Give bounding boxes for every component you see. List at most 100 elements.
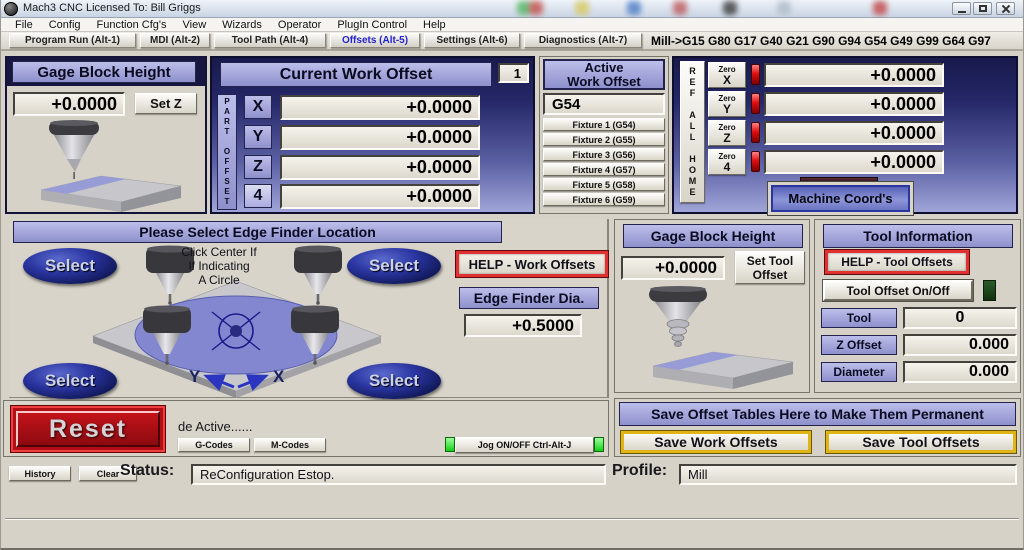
tab-mdi[interactable]: MDI (Alt-2): [140, 33, 210, 48]
fixture-2-button[interactable]: Fixture 2 (G55): [543, 133, 665, 146]
current-work-offset-panel: Current Work Offset 1 PART OFFSET X +0.0…: [210, 56, 535, 214]
zero-z-button[interactable]: Zero Z: [708, 120, 746, 146]
zero-x-button[interactable]: Zero X: [708, 62, 746, 88]
axis-x-button[interactable]: X: [244, 95, 272, 119]
current-work-offset-title: Current Work Offset: [220, 62, 492, 87]
menu-file[interactable]: File: [7, 19, 41, 31]
axis-y-button[interactable]: Y: [244, 125, 272, 149]
tab-program-run[interactable]: Program Run (Alt-1): [9, 33, 136, 48]
edge-finder-title: Please Select Edge Finder Location: [13, 221, 502, 243]
maximize-button[interactable]: [973, 2, 992, 15]
reset-button-label: Reset: [16, 411, 160, 447]
menu-help[interactable]: Help: [415, 19, 454, 31]
jog-on-off-button[interactable]: Jog ON/OFF Ctrl-Alt-J: [455, 437, 594, 453]
fixture-5-button[interactable]: Fixture 5 (G58): [543, 178, 665, 191]
machine-z-dro[interactable]: +0.0000: [764, 121, 944, 145]
edge-probe-top-right: [294, 246, 342, 305]
gcodes-button[interactable]: G-Codes: [178, 438, 250, 452]
gage-block-right-dro[interactable]: +0.0000: [621, 256, 725, 280]
select-top-left-button[interactable]: Select: [23, 248, 117, 284]
status-label: Status:: [120, 462, 174, 480]
tab-offsets[interactable]: Offsets (Alt-5): [330, 33, 420, 48]
menu-function-cfgs[interactable]: Function Cfg's: [89, 19, 175, 31]
axis4-ref-led: [751, 151, 760, 172]
work-offset-x-dro[interactable]: +0.0000: [280, 95, 480, 120]
edge-finder-instructions: Click Center If If Indicating A Circle: [149, 245, 289, 287]
diameter-dro[interactable]: 0.000: [903, 361, 1017, 383]
ref-all-home-button[interactable]: REF ALL HOME: [680, 61, 705, 203]
desktop-icon-blur: [673, 1, 687, 15]
menu-view[interactable]: View: [175, 19, 215, 31]
gage-block-left-dro[interactable]: +0.0000: [13, 92, 125, 116]
jog-led-right: [594, 437, 604, 452]
minimize-button[interactable]: [952, 2, 971, 15]
set-z-button[interactable]: Set Z: [135, 93, 197, 114]
work-offset-number-dro[interactable]: 1: [498, 63, 529, 83]
menu-wizards[interactable]: Wizards: [214, 19, 270, 31]
select-top-right-button[interactable]: Select: [347, 248, 441, 284]
axis-x-label: X: [273, 367, 285, 386]
tool-number-dro[interactable]: 0: [903, 307, 1017, 329]
close-icon: [1001, 4, 1011, 14]
machine-y-dro[interactable]: +0.0000: [764, 92, 944, 116]
fixture-4-button[interactable]: Fixture 4 (G57): [543, 163, 665, 176]
work-offset-y-dro[interactable]: +0.0000: [280, 125, 480, 150]
part-offset-label: PART OFFSET: [217, 94, 237, 210]
select-bottom-right-button[interactable]: Select: [347, 363, 441, 399]
tab-diagnostics[interactable]: Diagnostics (Alt-7): [524, 33, 642, 48]
axis-z-button[interactable]: Z: [244, 155, 272, 179]
z-ref-led: [751, 122, 760, 143]
zero-y-button[interactable]: Zero Y: [708, 91, 746, 117]
history-button[interactable]: History: [9, 466, 71, 481]
tab-settings[interactable]: Settings (Alt-6): [424, 33, 520, 48]
desktop-icon-blur: [529, 1, 543, 15]
desktop-icon-blur: [575, 1, 589, 15]
save-offsets-panel: Save Offset Tables Here to Make Them Per…: [614, 398, 1021, 457]
x-ref-led: [751, 64, 760, 85]
edge-finder-dia-label: Edge Finder Dia.: [459, 287, 599, 309]
save-work-offsets-button[interactable]: Save Work Offsets: [621, 431, 811, 453]
close-button[interactable]: [996, 2, 1015, 15]
help-tool-offsets-button[interactable]: HELP - Tool Offsets: [825, 250, 969, 274]
spindle-block-illustration: [13, 120, 199, 212]
desktop-icon-blur: [723, 1, 737, 15]
machine-coords-panel: REF ALL HOME Zero X +0.0000 Zero Y +0.00…: [672, 56, 1018, 214]
z-offset-dro[interactable]: 0.000: [903, 334, 1017, 356]
desktop-icon-blur: [627, 1, 641, 15]
select-bottom-left-button[interactable]: Select: [23, 363, 117, 399]
tool-offset-toggle-button[interactable]: Tool Offset On/Off: [823, 280, 973, 301]
menu-bar: File Config Function Cfg's View Wizards …: [1, 18, 1024, 32]
gage-block-right-title: Gage Block Height: [623, 224, 803, 248]
fixture-6-button[interactable]: Fixture 6 (G59): [543, 193, 665, 206]
minimize-icon: [958, 11, 966, 13]
save-tool-offsets-button[interactable]: Save Tool Offsets: [826, 431, 1016, 453]
mach3-window: Mach3 CNC Licensed To: Bill Griggs File …: [0, 0, 1024, 550]
fixture-1-button[interactable]: Fixture 1 (G54): [543, 118, 665, 131]
work-offset-4-dro[interactable]: +0.0000: [280, 184, 480, 209]
zero-4-button[interactable]: Zero 4: [708, 149, 746, 175]
menu-plugin-control[interactable]: PlugIn Control: [329, 19, 415, 31]
axis-4-button[interactable]: 4: [244, 184, 272, 208]
machine-coords-led: [800, 177, 878, 183]
menu-operator[interactable]: Operator: [270, 19, 329, 31]
help-work-offsets-button[interactable]: HELP - Work Offsets: [456, 251, 608, 277]
edge-finder-dia-dro[interactable]: +0.5000: [464, 314, 582, 337]
bottom-groove: [5, 518, 1019, 520]
mode-active-text: de Active......: [178, 419, 252, 434]
menu-config[interactable]: Config: [41, 19, 89, 31]
save-offsets-title: Save Offset Tables Here to Make Them Per…: [619, 402, 1016, 426]
fixture-3-button[interactable]: Fixture 3 (G56): [543, 148, 665, 161]
machine-x-dro[interactable]: +0.0000: [764, 63, 944, 87]
tool-block-illustration: [619, 286, 805, 390]
active-work-offset-title: Active Work Offset: [543, 59, 665, 90]
machine-4-dro[interactable]: +0.0000: [764, 150, 944, 174]
tool-information-title: Tool Information: [823, 224, 1013, 248]
reset-button[interactable]: Reset: [11, 406, 165, 452]
active-offset-dro[interactable]: G54: [543, 93, 665, 115]
profile-label: Profile:: [612, 462, 667, 480]
mcodes-button[interactable]: M-Codes: [254, 438, 326, 452]
work-offset-z-dro[interactable]: +0.0000: [280, 155, 480, 180]
machine-coords-button[interactable]: Machine Coord's: [771, 185, 910, 212]
set-tool-offset-button[interactable]: Set Tool Offset: [735, 251, 805, 284]
tab-tool-path[interactable]: Tool Path (Alt-4): [214, 33, 326, 48]
